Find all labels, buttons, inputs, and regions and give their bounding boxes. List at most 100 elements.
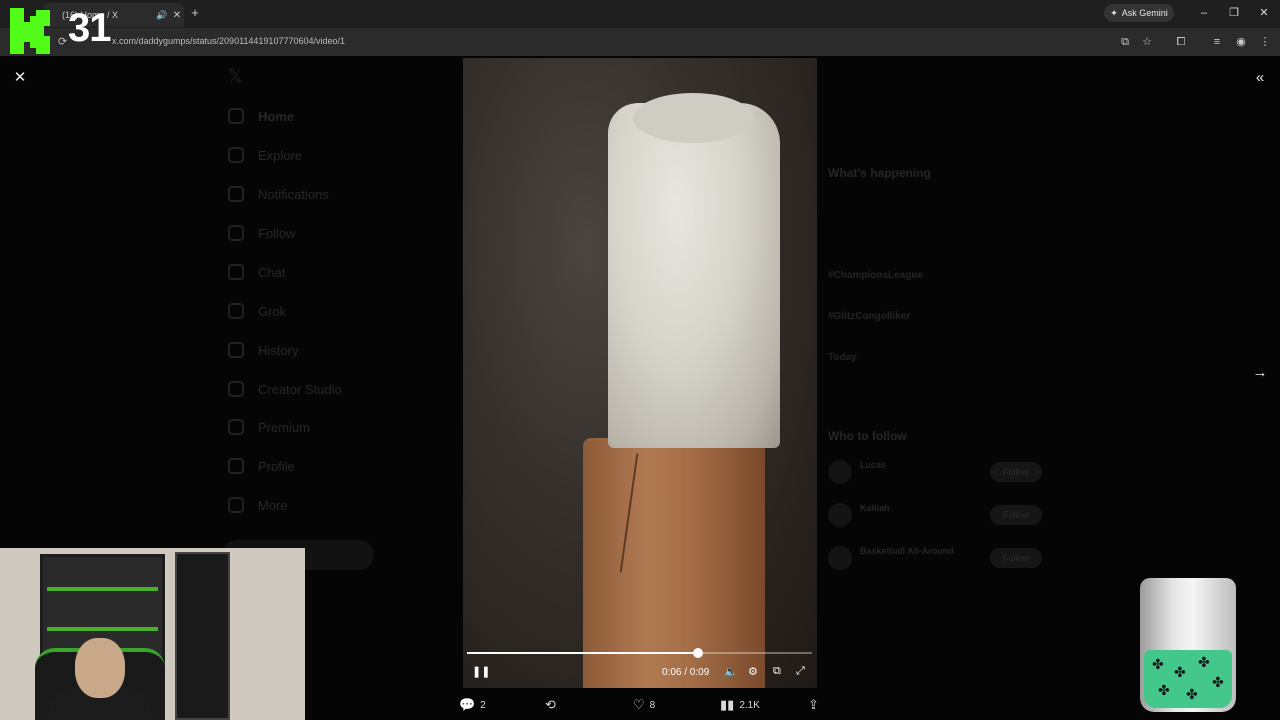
jar-contents: ✤ ✤ ✤ ✤ ✤ ✤	[1144, 650, 1232, 708]
speaker-icon[interactable]: 🔊	[156, 10, 170, 21]
video-progress-bar[interactable]	[467, 648, 812, 658]
grok-icon	[228, 303, 244, 319]
profile-icon[interactable]: ◉	[1234, 35, 1248, 49]
sidebar-item-label: Follow	[258, 225, 296, 241]
sidebar-item-label: Explore	[258, 147, 303, 163]
sidebar-item-explore[interactable]: Explore	[228, 147, 302, 163]
heart-icon: ♡	[633, 697, 645, 712]
reply-button[interactable]: 💬 2	[459, 697, 486, 713]
repost-button[interactable]: ⟲	[545, 697, 556, 713]
clover-icon: ✤	[1186, 686, 1198, 702]
overlay-counter: 31	[68, 6, 111, 50]
pip-icon[interactable]: ⧉	[773, 665, 781, 678]
sidebar-item-history[interactable]: History	[228, 342, 298, 358]
avatar[interactable]	[828, 460, 852, 484]
cigar-ash	[608, 103, 780, 448]
chat-icon	[228, 264, 244, 280]
trend-item[interactable]: #ChampionsLeague	[828, 270, 923, 281]
sidebar-item-label: Creator Studio	[258, 381, 342, 397]
follow-button[interactable]: Follow	[990, 548, 1042, 568]
sidebar-item-follow[interactable]: Follow	[228, 225, 296, 241]
sidebar-item-label: Notifications	[258, 186, 329, 202]
clover-icon: ✤	[1198, 654, 1210, 670]
menu-icon[interactable]: ⋮	[1258, 35, 1272, 49]
sidebar-item-creator-studio[interactable]: Creator Studio	[228, 381, 342, 397]
browser-tab[interactable]: (16) Home / X 🔊 ✕	[44, 3, 184, 27]
sparkle-icon: ✦	[1110, 7, 1118, 18]
reply-count: 2	[480, 699, 486, 711]
sidebar-item-more[interactable]: More	[228, 497, 288, 513]
glass-cabinet	[175, 552, 230, 720]
share-button[interactable]: ⇪	[808, 697, 819, 713]
sidebar-item-label: Profile	[258, 458, 295, 474]
extensions-icon[interactable]: ⧠	[1174, 35, 1188, 49]
sidebar-item-label: More	[258, 497, 288, 513]
clover-icon: ✤	[1212, 674, 1224, 690]
reply-icon: 💬	[459, 697, 476, 712]
sidebar-item-label: Home	[258, 108, 295, 124]
cigar-wrapper	[583, 438, 765, 688]
person-icon	[228, 225, 244, 241]
follow-button[interactable]: Follow	[990, 505, 1042, 525]
clover-icon: ✤	[1152, 656, 1164, 672]
follow-name[interactable]: Kalilah	[860, 503, 890, 513]
bookmark-icon	[228, 342, 244, 358]
clover-icon: ✤	[1158, 682, 1170, 698]
ask-gemini-label: Ask Gemini	[1121, 8, 1168, 18]
collapse-panel-icon[interactable]: «	[1250, 68, 1270, 88]
restore-button[interactable]: ❐	[1226, 5, 1242, 21]
trend-item[interactable]: Today	[828, 352, 857, 363]
follow-suggestion: Kalilah Follow	[828, 501, 1042, 531]
close-media-icon[interactable]: ✕	[10, 68, 30, 88]
sidebar-item-home[interactable]: Home	[228, 108, 294, 124]
volume-icon[interactable]: 🔈	[724, 665, 738, 678]
views-chart-icon: ▮▮	[720, 697, 735, 712]
pause-icon[interactable]: ❚❚	[472, 665, 490, 678]
video-player[interactable]	[463, 58, 817, 688]
new-tab-button[interactable]: +	[188, 5, 202, 21]
address-bar: ⟳ x.com/daddygumps/status/20901144191077…	[0, 28, 1280, 56]
next-media-icon[interactable]: →	[1250, 363, 1270, 383]
video-time: 0:06 / 0:09	[662, 667, 710, 678]
like-count: 8	[649, 699, 656, 711]
whats-happening-heading: What's happening	[828, 166, 931, 180]
sidebar-item-chat[interactable]: Chat	[228, 264, 285, 280]
sidebar-item-premium[interactable]: Premium	[228, 419, 310, 435]
trend-item[interactable]: #GlitzCongolliker	[828, 311, 910, 322]
shelf-trim	[47, 627, 158, 631]
profile-icon	[228, 458, 244, 474]
reading-list-icon[interactable]: ≡	[1210, 35, 1224, 49]
reload-icon[interactable]: ⟳	[58, 35, 67, 48]
follow-button[interactable]: Follow	[990, 462, 1042, 482]
ask-gemini-button[interactable]: ✦ Ask Gemini	[1104, 4, 1174, 22]
rocket-icon	[228, 381, 244, 397]
clover-icon: ✤	[1174, 664, 1186, 680]
avatar[interactable]	[828, 546, 852, 570]
sidebar-item-label: Premium	[258, 419, 311, 435]
clover-jar-overlay: ✤ ✤ ✤ ✤ ✤ ✤	[1140, 578, 1236, 712]
sidebar-item-notifications[interactable]: Notifications	[228, 186, 329, 202]
follow-name[interactable]: Lucas	[860, 460, 886, 470]
sidebar-item-profile[interactable]: Profile	[228, 458, 295, 474]
sidebar-item-grok[interactable]: Grok	[228, 303, 286, 319]
who-to-follow-heading: Who to follow	[828, 429, 907, 443]
views-button[interactable]: ▮▮ 2.1K	[720, 697, 760, 713]
like-button[interactable]: ♡ 8	[633, 697, 655, 713]
avatar[interactable]	[828, 503, 852, 527]
browser-tab-bar: (16) Home / X 🔊 ✕ + ✦ Ask Gemini – ❐ ✕	[0, 0, 1280, 28]
bookmark-star-icon[interactable]: ☆	[1140, 35, 1154, 49]
video-progress-fill	[467, 652, 699, 654]
home-icon	[228, 108, 244, 124]
sidebar-item-label: History	[258, 342, 299, 358]
settings-icon[interactable]: ⚙	[748, 665, 758, 678]
repost-icon: ⟲	[545, 697, 556, 712]
more-icon	[228, 497, 244, 513]
x-logo-icon: 𝕏	[228, 66, 243, 86]
install-app-icon[interactable]: ⧉	[1118, 35, 1132, 49]
close-window-button[interactable]: ✕	[1256, 5, 1272, 21]
follow-name[interactable]: Basketball All-Around	[860, 546, 954, 556]
close-tab-icon[interactable]: ✕	[170, 10, 184, 21]
minimize-button[interactable]: –	[1196, 5, 1212, 21]
url-field[interactable]: x.com/daddygumps/status/2090114419107770…	[112, 36, 345, 46]
fullscreen-icon[interactable]: ⤢	[796, 665, 805, 678]
